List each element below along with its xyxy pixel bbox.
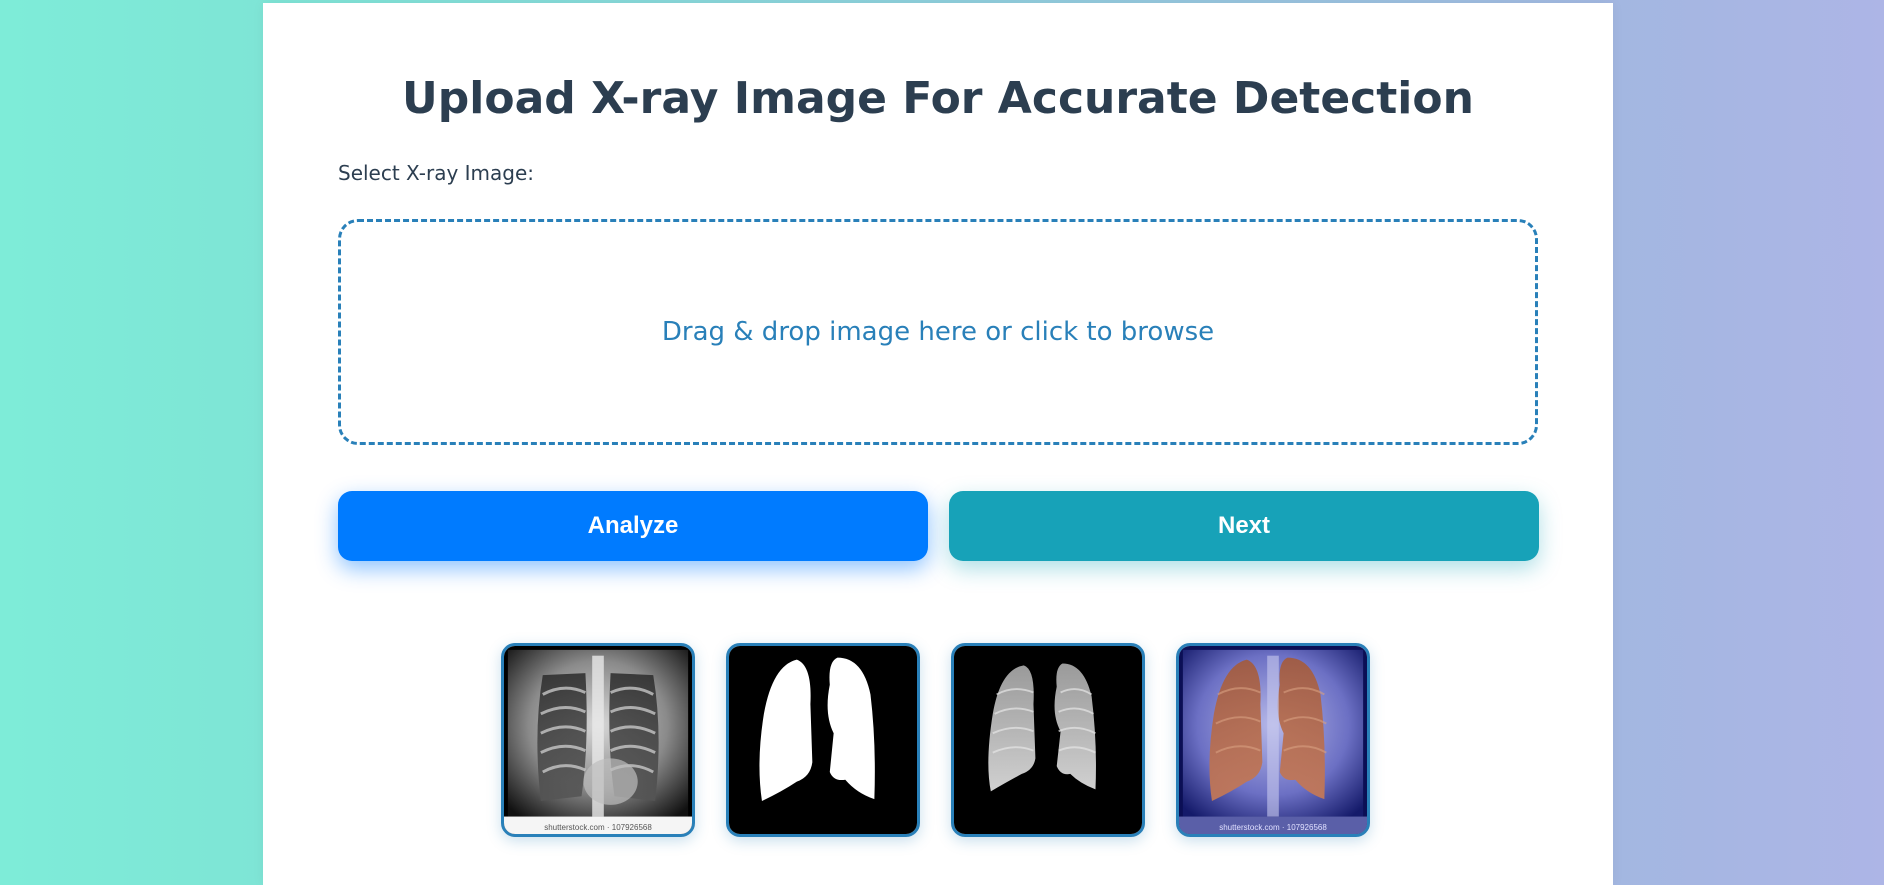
analyze-button[interactable]: Analyze [338, 491, 928, 561]
overlay-xray-image: shutterstock.com · 107926568 [1176, 643, 1370, 837]
result-gallery: shutterstock.com · 107926568 shutterstoc… [501, 643, 1370, 837]
image-dropzone[interactable]: Drag & drop image here or click to brows… [338, 219, 1538, 445]
next-button[interactable]: Next [949, 491, 1539, 561]
original-xray-image: shutterstock.com · 107926568 [501, 643, 695, 837]
dropzone-text: Drag & drop image here or click to brows… [661, 317, 1215, 347]
original-watermark: shutterstock.com · 107926568 [544, 823, 652, 832]
lung-mask-image [726, 643, 920, 837]
overlay-watermark: shutterstock.com · 107926568 [1219, 823, 1327, 832]
page-title: Upload X-ray Image For Accurate Detectio… [402, 73, 1474, 124]
segmented-lungs-image [951, 643, 1145, 837]
main-card: Upload X-ray Image For Accurate Detectio… [263, 3, 1613, 885]
select-image-label: Select X-ray Image: [338, 161, 535, 185]
